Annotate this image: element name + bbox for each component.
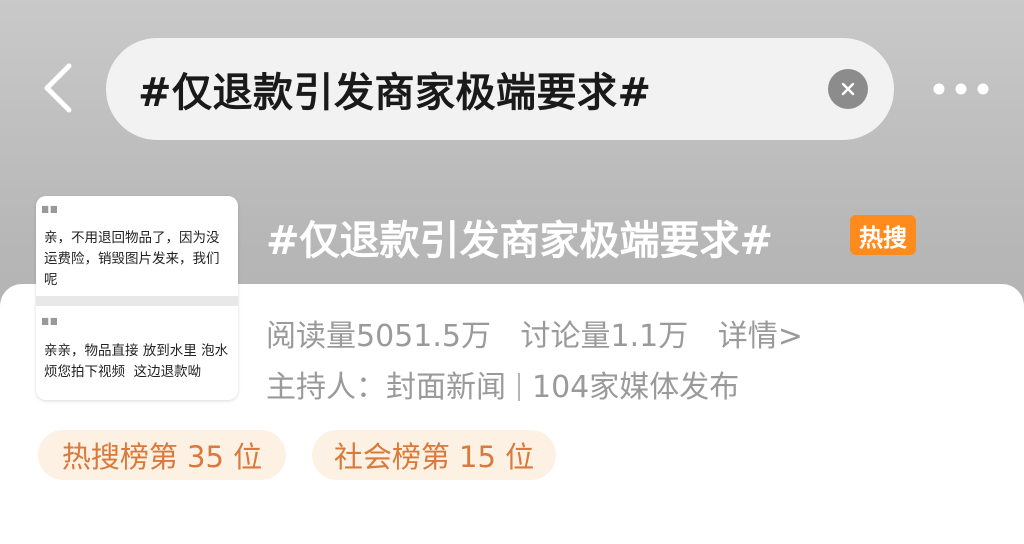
chat-message-2: 亲亲，物品直接 放到水里 泡水 烦您拍下视频 这边退款呦: [44, 343, 229, 380]
more-dots-icon: [933, 83, 989, 95]
media-count: 104家媒体发布: [532, 370, 740, 405]
host-label[interactable]: 主持人：封面新闻: [266, 370, 506, 405]
hot-search-rank-chip[interactable]: 热搜榜第 35 位: [38, 430, 286, 480]
back-button[interactable]: [28, 56, 88, 120]
topic-title: #仅退款引发商家极端要求#: [266, 218, 774, 264]
hot-badge: 热搜: [850, 215, 916, 255]
search-bar[interactable]: #仅退款引发商家极端要求#: [106, 38, 894, 140]
read-count: 阅读量5051.5万: [266, 319, 491, 354]
details-link[interactable]: 详情>: [718, 319, 803, 354]
chat-header-1: ▆ ▆: [42, 204, 57, 213]
search-query[interactable]: #仅退款引发商家极端要求#: [138, 60, 828, 118]
discussion-count: 讨论量1.1万: [520, 319, 689, 354]
close-icon: [841, 82, 855, 96]
more-options-button[interactable]: [924, 64, 998, 114]
clear-search-button[interactable]: [828, 69, 868, 109]
chat-divider: [36, 296, 238, 306]
social-rank-chip[interactable]: 社会榜第 15 位: [312, 430, 556, 480]
chat-header-2: ▆ ▆: [42, 316, 57, 325]
divider: [518, 373, 520, 401]
chevron-left-icon: [44, 63, 72, 113]
chat-message-1: 亲，不用退回物品了，因为没 运费险，销毁图片发来，我们 呢: [44, 230, 220, 288]
topic-thumbnail[interactable]: ▆ ▆ 亲，不用退回物品了，因为没 运费险，销毁图片发来，我们 呢 ▆ ▆ 亲亲…: [36, 196, 238, 400]
topic-stats: 阅读量5051.5万 讨论量1.1万 详情>: [266, 311, 823, 355]
host-info: 主持人：封面新闻 104家媒体发布: [266, 362, 739, 406]
